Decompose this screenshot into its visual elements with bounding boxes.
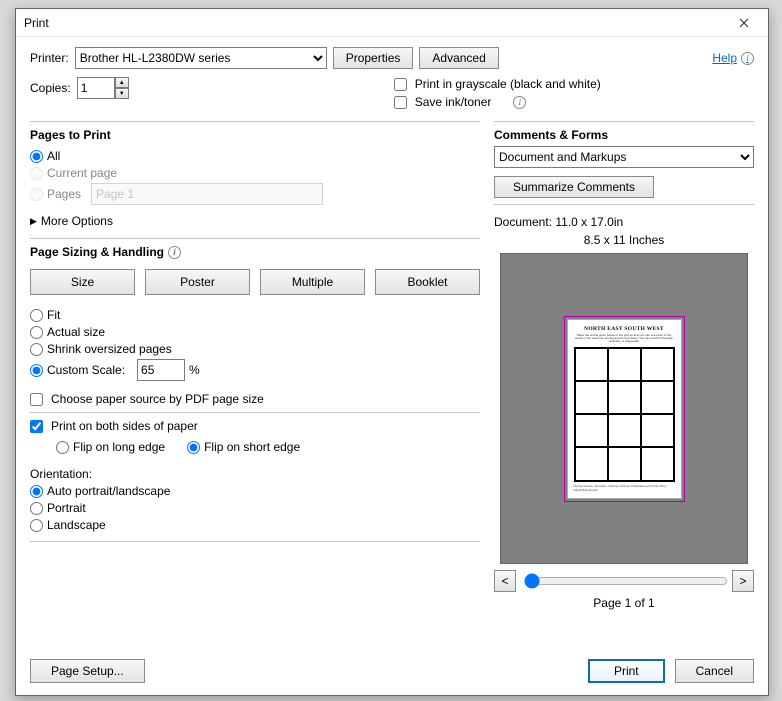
grayscale-checkbox-row[interactable]: Print in grayscale (black and white)	[394, 77, 601, 91]
preview-doc-title: NORTH EAST SOUTH WEST	[574, 326, 675, 332]
page-sizing-heading: Page Sizing & Handling i	[30, 245, 480, 259]
preview-doc-footer: Puzzle Source: Wordoku, Volume 2 (Dover …	[574, 484, 675, 492]
preview-slider[interactable]	[522, 571, 726, 592]
help-link[interactable]: Help i	[712, 51, 754, 65]
portrait-radio[interactable]	[30, 502, 43, 515]
comments-forms-heading: Comments & Forms	[494, 128, 754, 142]
close-icon	[739, 18, 749, 28]
summarize-comments-button[interactable]: Summarize Comments	[494, 176, 654, 198]
actual-size-radio[interactable]	[30, 326, 43, 339]
grayscale-checkbox[interactable]	[394, 78, 407, 91]
save-ink-checkbox[interactable]	[394, 96, 407, 109]
landscape-radio-row[interactable]: Landscape	[30, 518, 480, 532]
printer-select[interactable]: Brother HL-L2380DW series	[75, 47, 327, 69]
pages-to-print-heading: Pages to Print	[30, 128, 480, 142]
advanced-button[interactable]: Advanced	[419, 47, 498, 69]
properties-button[interactable]: Properties	[333, 47, 414, 69]
duplex-checkbox-row[interactable]: Print on both sides of paper	[30, 419, 480, 433]
page-count-label: Page 1 of 1	[494, 596, 754, 610]
page-setup-button[interactable]: Page Setup...	[30, 659, 145, 683]
fit-radio-row[interactable]: Fit	[30, 308, 480, 322]
choose-paper-checkbox[interactable]	[30, 393, 43, 406]
copies-label: Copies:	[30, 81, 71, 95]
copies-up-button[interactable]: ▲	[115, 77, 129, 88]
copies-input[interactable]	[77, 77, 115, 99]
print-dialog: Print Printer: Brother HL-L2380DW series…	[15, 8, 769, 696]
print-preview: NORTH EAST SOUTH WEST Place the words gi…	[500, 253, 748, 564]
booklet-tab-button[interactable]: Booklet	[375, 269, 480, 295]
custom-scale-radio[interactable]	[30, 364, 43, 377]
fit-radio[interactable]	[30, 309, 43, 322]
auto-orient-radio[interactable]	[30, 485, 43, 498]
info-icon: i	[513, 96, 526, 109]
more-options-toggle[interactable]: ▶ More Options	[30, 214, 480, 228]
help-icon: i	[741, 52, 754, 65]
orientation-heading: Orientation:	[30, 467, 480, 481]
copies-down-button[interactable]: ▼	[115, 88, 129, 99]
landscape-radio[interactable]	[30, 519, 43, 532]
duplex-checkbox[interactable]	[30, 420, 43, 433]
choose-paper-checkbox-row[interactable]: Choose paper source by PDF page size	[30, 392, 480, 406]
all-radio[interactable]	[30, 150, 43, 163]
paper-size-label: 8.5 x 11 Inches	[494, 233, 754, 247]
pages-radio-row: Pages	[30, 183, 480, 205]
shrink-radio-row[interactable]: Shrink oversized pages	[30, 342, 480, 356]
printer-label: Printer:	[30, 51, 69, 65]
all-radio-row[interactable]: All	[30, 149, 480, 163]
preview-doc-subtitle: Place the words given below in the grid …	[574, 334, 675, 344]
titlebar: Print	[16, 9, 768, 37]
preview-next-button[interactable]: >	[732, 570, 754, 592]
auto-orient-radio-row[interactable]: Auto portrait/landscape	[30, 484, 480, 498]
save-ink-checkbox-row[interactable]: Save ink/toner i	[394, 95, 601, 109]
preview-doc-grid	[574, 347, 675, 481]
close-button[interactable]	[728, 11, 760, 35]
pages-radio	[30, 188, 43, 201]
custom-scale-input[interactable]	[137, 359, 185, 381]
long-edge-radio-row[interactable]: Flip on long edge	[56, 440, 165, 454]
chevron-right-icon: ▶	[30, 216, 37, 227]
poster-tab-button[interactable]: Poster	[145, 269, 250, 295]
actual-size-radio-row[interactable]: Actual size	[30, 325, 480, 339]
short-edge-radio-row[interactable]: Flip on short edge	[187, 440, 300, 454]
portrait-radio-row[interactable]: Portrait	[30, 501, 480, 515]
dialog-title: Print	[24, 16, 728, 30]
current-page-radio	[30, 167, 43, 180]
pages-input	[91, 183, 323, 205]
size-tab-button[interactable]: Size	[30, 269, 135, 295]
custom-scale-radio-row[interactable]: Custom Scale: %	[30, 359, 480, 381]
preview-page: NORTH EAST SOUTH WEST Place the words gi…	[567, 319, 682, 499]
cancel-button[interactable]: Cancel	[675, 659, 754, 683]
multiple-tab-button[interactable]: Multiple	[260, 269, 365, 295]
long-edge-radio[interactable]	[56, 441, 69, 454]
preview-prev-button[interactable]: <	[494, 570, 516, 592]
print-button[interactable]: Print	[588, 659, 665, 683]
info-icon: i	[168, 246, 181, 259]
current-page-radio-row: Current page	[30, 166, 480, 180]
shrink-radio[interactable]	[30, 343, 43, 356]
document-size-label: Document: 11.0 x 17.0in	[494, 215, 754, 229]
copies-spinner[interactable]: ▲ ▼	[77, 77, 129, 99]
short-edge-radio[interactable]	[187, 441, 200, 454]
comments-select[interactable]: Document and Markups	[494, 146, 754, 168]
